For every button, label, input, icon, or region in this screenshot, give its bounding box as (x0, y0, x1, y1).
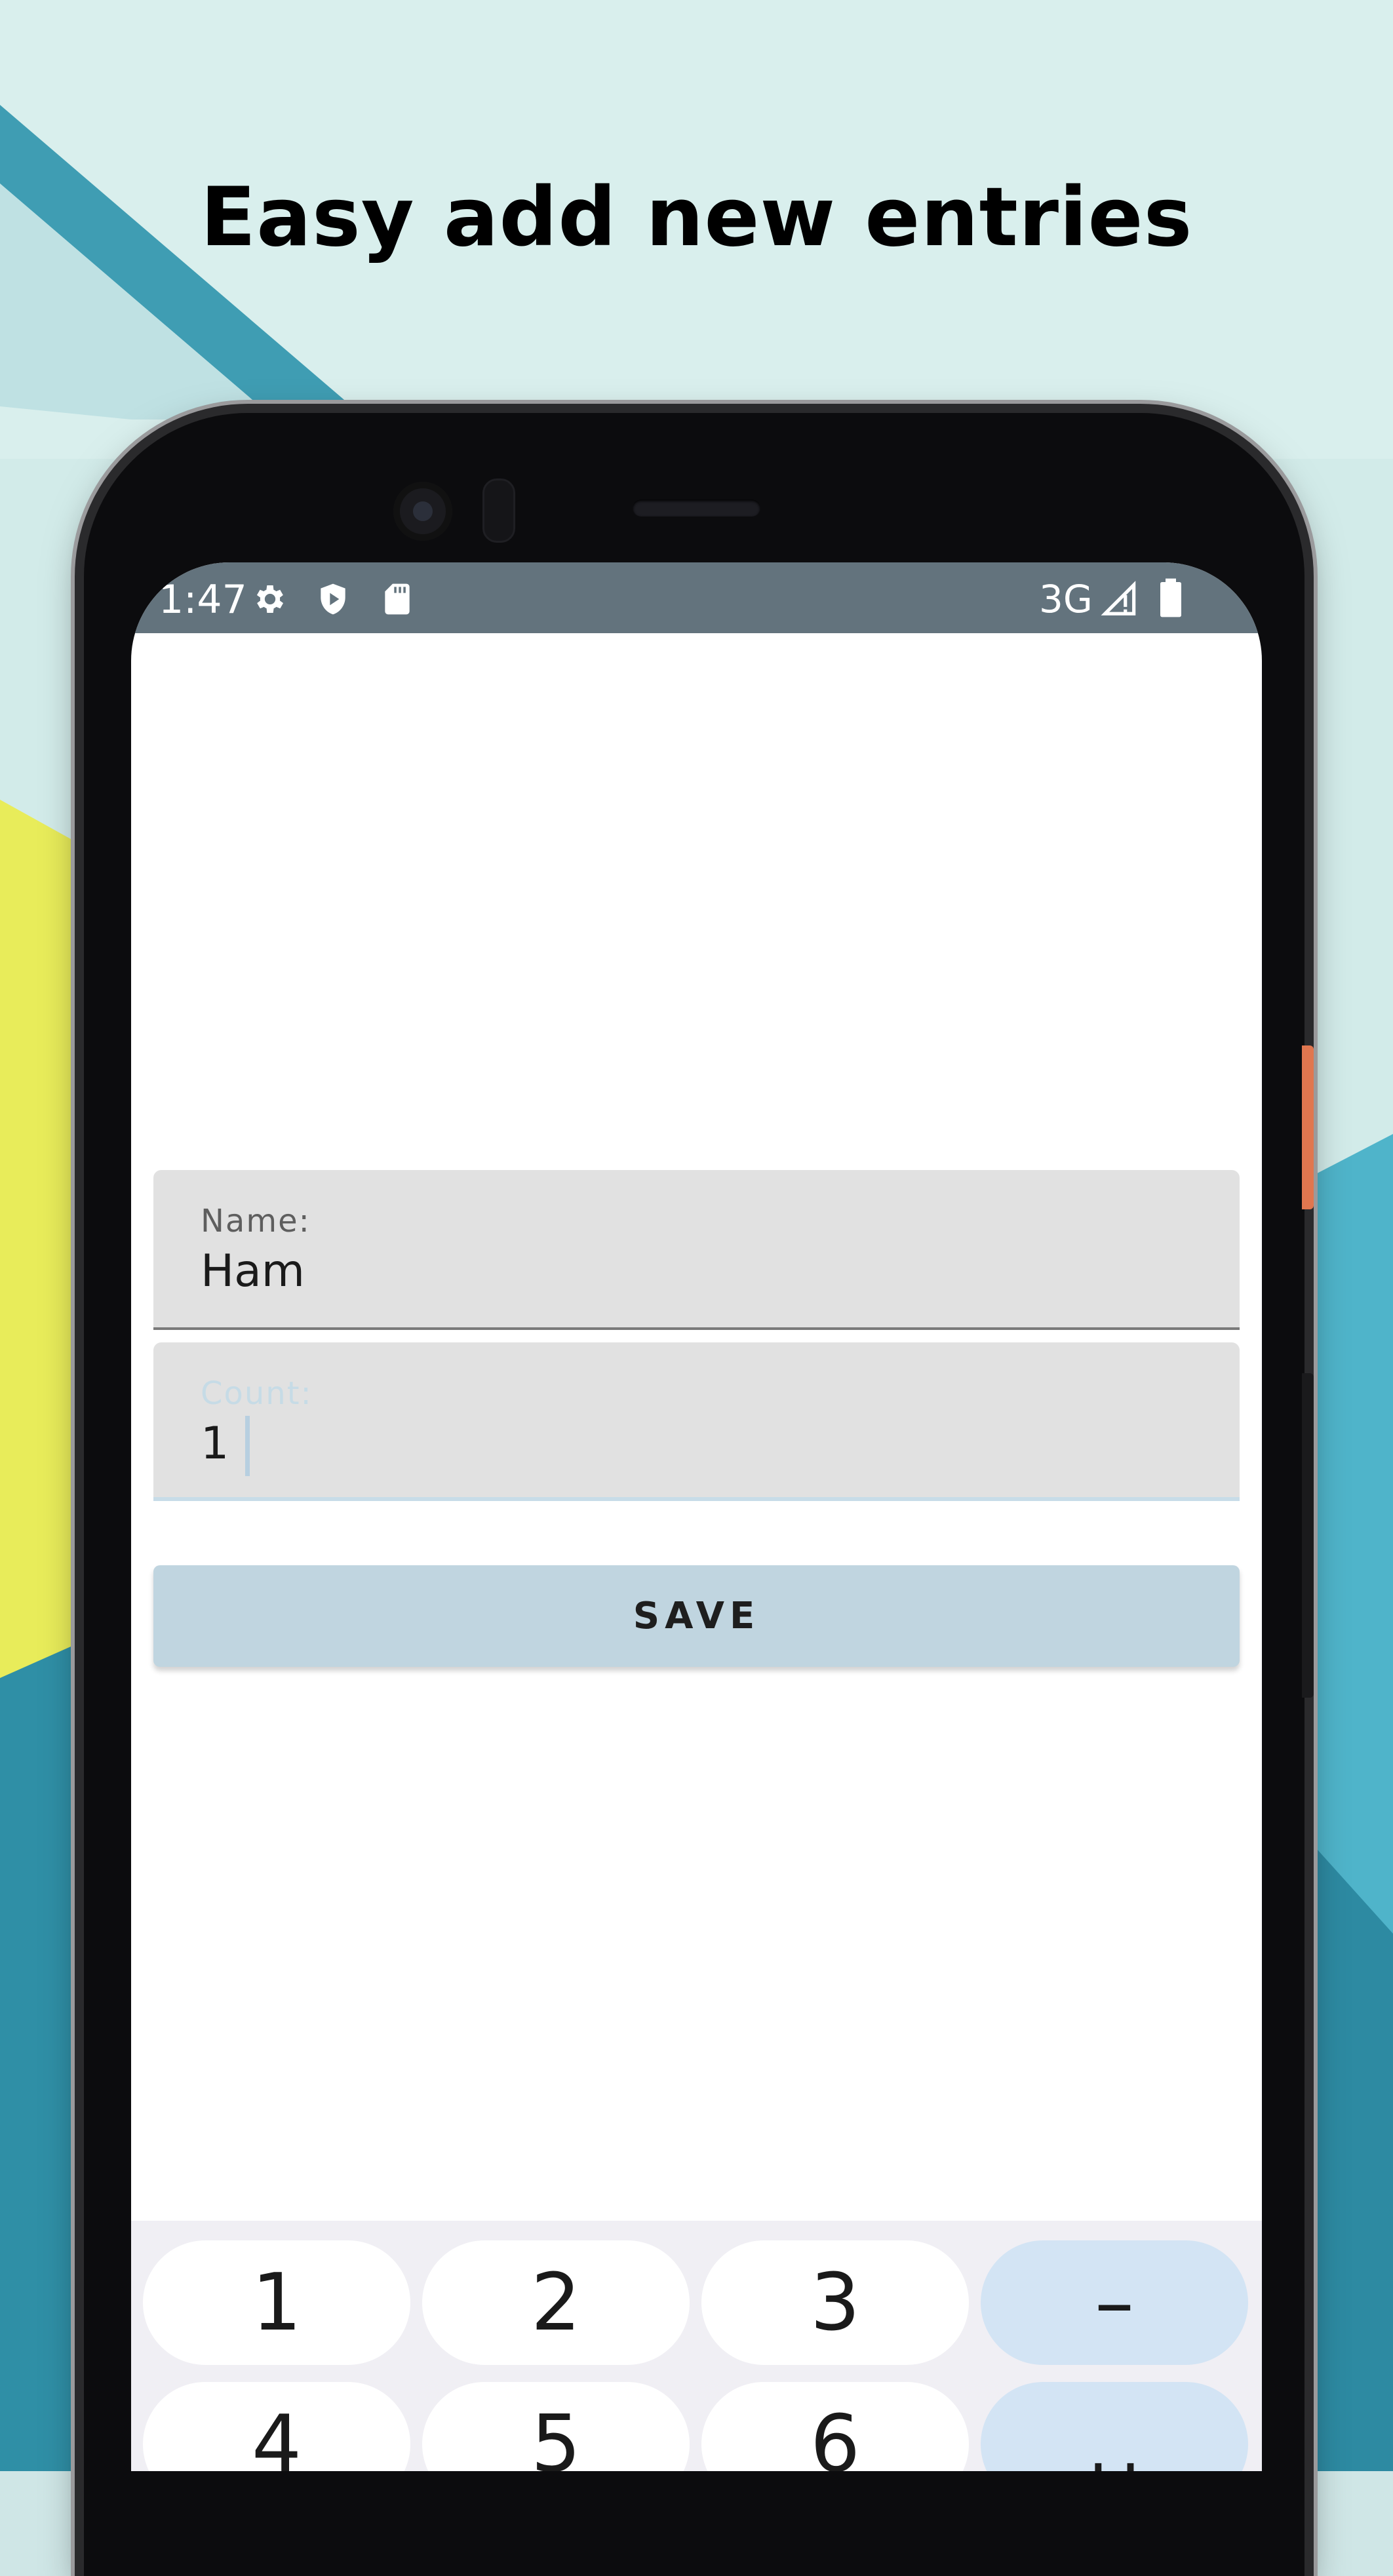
status-time: 1:47 (159, 577, 247, 623)
signal-icon (1101, 581, 1136, 615)
status-bar: 1:47 3G (131, 562, 1262, 633)
key-6[interactable]: 6 (701, 2382, 969, 2471)
key-5[interactable]: 5 (422, 2382, 690, 2471)
name-field[interactable]: Name: Ham (153, 1170, 1240, 1330)
front-camera (393, 482, 452, 541)
name-field-value[interactable]: Ham (201, 1245, 305, 1297)
save-button-label: SAVE (633, 1595, 760, 1637)
phone-screen: 1:47 3G Name: Ham Count: 1 SAVE 1 2 3 – … (131, 562, 1262, 2471)
battery-icon (1160, 578, 1181, 617)
volume-button (1302, 1373, 1314, 1698)
count-field-label: Count: (201, 1375, 313, 1412)
key-space[interactable]: ␣ (981, 2382, 1248, 2471)
numeric-keyboard: 1 2 3 – 4 5 6 ␣ (131, 2221, 1262, 2471)
key-3[interactable]: 3 (701, 2240, 969, 2365)
name-field-label: Name: (201, 1203, 311, 1239)
proximity-sensor (482, 478, 515, 543)
earpiece-speaker (633, 499, 760, 517)
key-2[interactable]: 2 (422, 2240, 690, 2365)
count-field-value[interactable]: 1 (201, 1418, 229, 1470)
promo-headline: Easy add new entries (200, 170, 1193, 265)
save-button[interactable]: SAVE (153, 1565, 1240, 1667)
power-button (1302, 1045, 1314, 1209)
key-minus[interactable]: – (981, 2240, 1248, 2365)
key-1[interactable]: 1 (143, 2240, 410, 2365)
shield-play-icon (321, 583, 345, 615)
network-type: 3G (1039, 577, 1093, 621)
text-cursor (245, 1416, 250, 1476)
key-4[interactable]: 4 (143, 2382, 410, 2471)
sd-card-icon (385, 583, 410, 615)
gear-icon (256, 585, 284, 613)
count-field[interactable]: Count: 1 (153, 1342, 1240, 1501)
